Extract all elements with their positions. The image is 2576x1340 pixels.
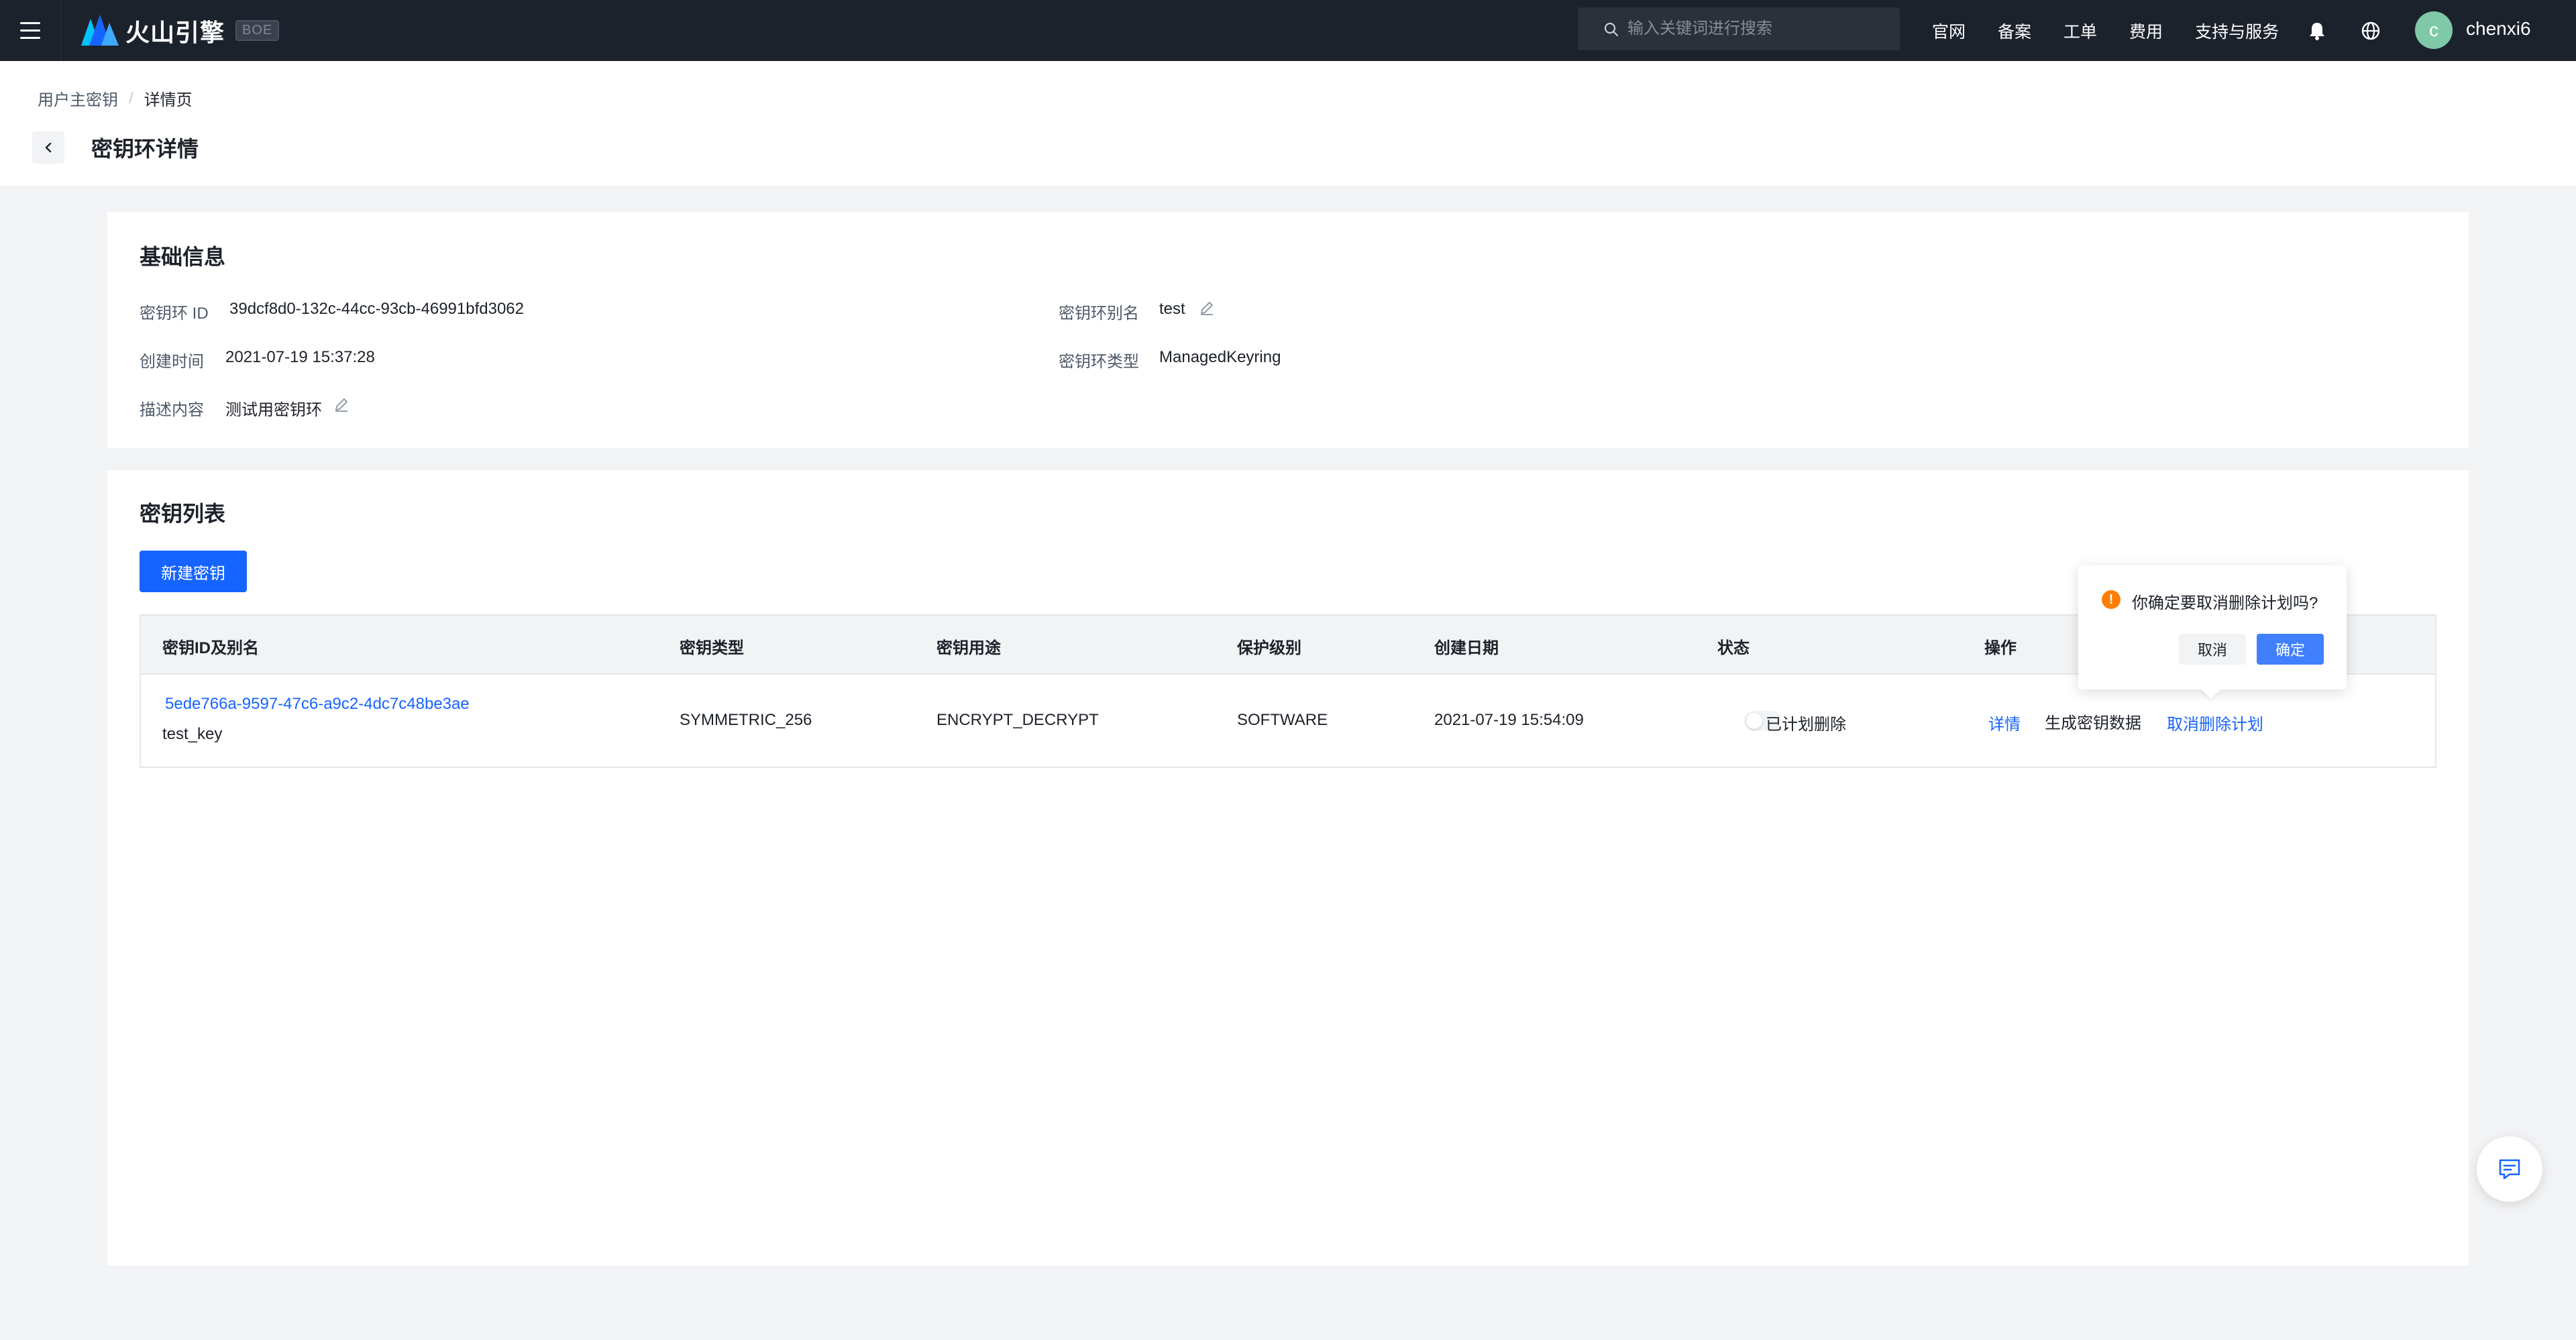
key-created: 2021-07-19 15:54:09: [1434, 711, 1584, 729]
breadcrumb-current: 详情页: [144, 91, 193, 109]
edit-icon[interactable]: [333, 396, 350, 413]
keyring-id-label: 密钥环 ID: [140, 304, 209, 323]
top-navbar: 火山引擎 BOE 官网 备案 工单 费用 支持与服务 c chenxi6: [0, 0, 2576, 61]
key-type: SYMMETRIC_256: [680, 711, 812, 729]
action-cancel-deletion-link[interactable]: 取消删除计划: [2167, 711, 2263, 734]
action-generate-key-data[interactable]: 生成密钥数据: [2045, 710, 2141, 733]
new-key-button[interactable]: 新建密钥: [140, 551, 247, 592]
keyring-type-label: 密钥环类型: [1059, 353, 1139, 371]
breadcrumb-separator: /: [129, 89, 133, 107]
created-label: 创建时间: [140, 353, 204, 371]
description-value: 测试用密钥环: [225, 401, 322, 419]
action-detail-link[interactable]: 详情: [1988, 711, 2021, 734]
page-header: 用户主密钥 / 详情页 密钥环详情: [0, 61, 2576, 186]
nav-official-site[interactable]: 官网: [1932, 19, 1966, 43]
keyring-alias-value: test: [1159, 300, 1185, 318]
search-icon: [1604, 22, 1619, 37]
nav-filing[interactable]: 备案: [1998, 19, 2031, 43]
breadcrumb: 用户主密钥 / 详情页: [38, 87, 193, 110]
volcano-logo-icon: [81, 14, 119, 46]
created-value: 2021-07-19 15:37:28: [225, 348, 375, 366]
brand[interactable]: 火山引擎 BOE: [81, 13, 280, 48]
column-header-actions: 操作: [1984, 639, 2017, 657]
column-header-usage: 密钥用途: [936, 639, 1001, 657]
menu-icon[interactable]: [0, 0, 61, 61]
cancel-deletion-popconfirm: ! 你确定要取消删除计划吗? 取消 确定: [2078, 565, 2347, 689]
key-alias: test_key: [162, 725, 223, 743]
key-id-link[interactable]: 5ede766a-9597-47c6-a9c2-4dc7c48be3ae: [165, 695, 470, 714]
nav-billing[interactable]: 费用: [2129, 19, 2163, 43]
edit-icon[interactable]: [1198, 299, 1216, 317]
feedback-button[interactable]: [2477, 1136, 2542, 1202]
keyring-type-value: ManagedKeyring: [1159, 348, 1281, 366]
feedback-icon: [2499, 1159, 2520, 1180]
globe-icon[interactable]: [2360, 20, 2381, 42]
basic-info-card: 基础信息 密钥环 ID 39dcf8d0-132c-44cc-93cb-4699…: [107, 212, 2469, 448]
column-header-key-id: 密钥ID及别名: [162, 639, 259, 657]
nav-support[interactable]: 支持与服务: [2195, 19, 2279, 43]
global-search[interactable]: [1578, 7, 1900, 50]
popconfirm-confirm-button[interactable]: 确定: [2257, 634, 2324, 665]
popconfirm-message: 你确定要取消删除计划吗?: [2132, 594, 2318, 612]
column-header-protection: 保护级别: [1237, 639, 1301, 657]
env-badge: BOE: [235, 20, 280, 41]
column-header-status: 状态: [1717, 639, 1750, 657]
top-nav: 官网 备案 工单 费用 支持与服务: [1932, 0, 2311, 61]
key-protection: SOFTWARE: [1237, 711, 1328, 729]
breadcrumb-parent[interactable]: 用户主密钥: [38, 87, 118, 110]
keyring-alias-label: 密钥环别名: [1059, 304, 1139, 323]
status-text: 已计划删除: [1766, 716, 1846, 734]
brand-name: 火山引擎: [125, 18, 225, 46]
avatar[interactable]: c: [2415, 11, 2453, 49]
warning-icon: !: [2102, 590, 2121, 609]
back-arrow-icon: [45, 142, 52, 153]
search-input[interactable]: [1627, 19, 1882, 38]
description-label: 描述内容: [140, 401, 204, 419]
column-header-key-type: 密钥类型: [680, 639, 744, 657]
key-usage: ENCRYPT_DECRYPT: [936, 711, 1099, 729]
back-button[interactable]: [32, 131, 64, 164]
key-list-title: 密钥列表: [140, 502, 226, 526]
column-header-created: 创建日期: [1434, 639, 1499, 657]
username[interactable]: chenxi6: [2466, 18, 2531, 40]
nav-tickets[interactable]: 工单: [2063, 19, 2097, 43]
basic-info-title: 基础信息: [140, 245, 226, 269]
bell-icon[interactable]: [2306, 20, 2328, 42]
keyring-id-value: 39dcf8d0-132c-44cc-93cb-46991bfd3062: [229, 300, 524, 318]
popconfirm-cancel-button[interactable]: 取消: [2179, 634, 2246, 665]
page-title: 密钥环详情: [91, 137, 199, 161]
